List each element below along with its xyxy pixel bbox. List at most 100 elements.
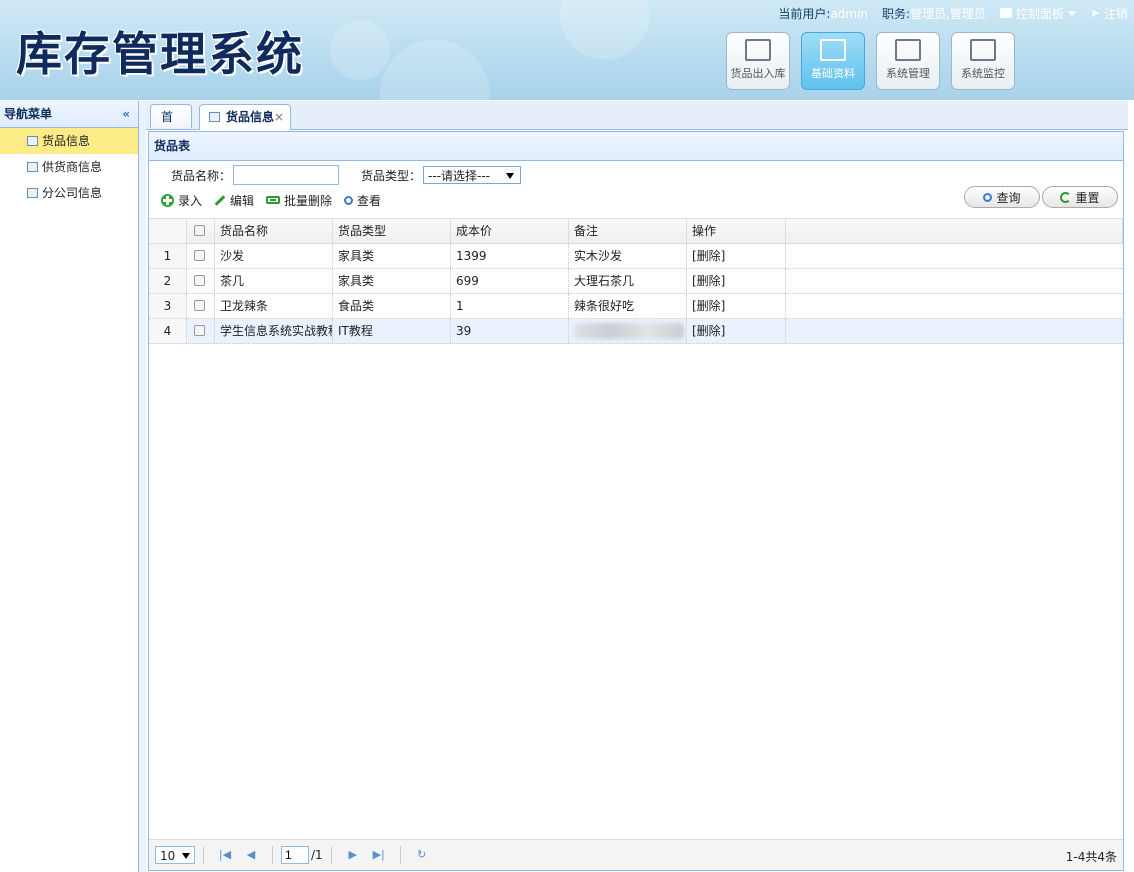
- add-icon: [161, 193, 174, 207]
- cell-name: 卫龙辣条: [215, 294, 333, 318]
- search-icon: [983, 192, 993, 202]
- table-row[interactable]: 2 茶几 家具类 699 大理石茶几 [删除]: [149, 269, 1123, 294]
- cell-name: 学生信息系统实战教程: [215, 319, 333, 343]
- tab-home[interactable]: 首页: [150, 104, 192, 148]
- total-pages: /1: [311, 848, 323, 862]
- prev-page-icon[interactable]: ◀: [243, 847, 259, 863]
- delete-link[interactable]: [删除]: [687, 244, 786, 268]
- nav-stock-io-button[interactable]: 货品出入库: [726, 32, 790, 90]
- table-row[interactable]: 4 学生信息系统实战教程 IT教程 39 [删除]: [149, 319, 1123, 344]
- select-all-cell[interactable]: [187, 219, 215, 243]
- logout-link[interactable]: ➤ 注销: [1090, 5, 1128, 22]
- reset-button[interactable]: 重置: [1042, 186, 1118, 208]
- row-number: 2: [149, 269, 187, 293]
- control-panel-menu[interactable]: 控制面板: [999, 5, 1076, 22]
- top-nav: 货品出入库 基础资料 系统管理 系统监控: [726, 32, 1015, 90]
- tab-goods-info[interactable]: 货品信息 ×: [199, 104, 291, 130]
- cell-type: 家具类: [333, 244, 451, 268]
- send-icon: ➤: [1089, 6, 1100, 20]
- refresh-icon: [1060, 191, 1072, 203]
- page-icon: [27, 162, 38, 172]
- redacted-blur: [574, 323, 684, 339]
- user-name: admin: [830, 6, 869, 21]
- row-select-cell[interactable]: [187, 294, 215, 318]
- delete-link[interactable]: [删除]: [687, 294, 786, 318]
- page-size-value: 10: [160, 849, 176, 863]
- column-header[interactable]: 成本价: [451, 219, 569, 243]
- table-header: 货品名称 货品类型 成本价 备注 操作: [149, 218, 1123, 244]
- control-panel-label: 控制面板: [1015, 6, 1064, 21]
- cell-name: 沙发: [215, 244, 333, 268]
- settings-sliders-icon: [895, 39, 921, 61]
- page-number-input[interactable]: [281, 846, 309, 864]
- add-button[interactable]: 录入: [161, 192, 202, 209]
- page-size-select[interactable]: 10: [155, 846, 195, 864]
- batch-delete-label: 批量删除: [284, 193, 333, 208]
- nav-system-monitor-button[interactable]: 系统监控: [951, 32, 1015, 90]
- sidebar-item-suppliers[interactable]: 供货商信息: [0, 154, 138, 180]
- cell-cost: 39: [451, 319, 569, 343]
- row-select-cell[interactable]: [187, 269, 215, 293]
- column-header[interactable]: 备注: [569, 219, 687, 243]
- row-checkbox[interactable]: [194, 275, 205, 286]
- row-number: 3: [149, 294, 187, 318]
- table-row[interactable]: 1 沙发 家具类 1399 实木沙发 [删除]: [149, 244, 1123, 269]
- delete-link[interactable]: [删除]: [687, 269, 786, 293]
- nav-basic-data-button[interactable]: 基础资料: [801, 32, 865, 90]
- sidebar-item-branches[interactable]: 分公司信息: [0, 180, 138, 206]
- select-all-checkbox[interactable]: [194, 225, 205, 236]
- query-label: 查询: [996, 190, 1021, 205]
- sidebar-item-goods[interactable]: 货品信息: [0, 128, 138, 154]
- goods-name-label: 货品名称：: [171, 168, 232, 183]
- row-checkbox[interactable]: [194, 300, 205, 311]
- column-header[interactable]: 货品类型: [333, 219, 451, 243]
- next-page-icon[interactable]: ▶: [345, 847, 361, 863]
- nav-system-manage-button[interactable]: 系统管理: [876, 32, 940, 90]
- nav-button-label: 系统管理: [886, 67, 930, 80]
- edit-button[interactable]: 编辑: [214, 192, 254, 209]
- goods-type-select[interactable]: ---请选择---: [423, 166, 522, 184]
- column-header[interactable]: 操作: [687, 219, 786, 243]
- app-logo: 库存管理系统: [16, 27, 304, 81]
- view-button[interactable]: 查看: [344, 192, 381, 209]
- batch-delete-button[interactable]: 批量删除: [266, 192, 332, 209]
- monitor-chart-icon: [970, 39, 996, 61]
- search-icon: [344, 195, 354, 205]
- edit-icon: [820, 39, 846, 61]
- tab-label: 货品信息: [226, 110, 275, 124]
- cell-name: 茶几: [215, 269, 333, 293]
- user-label: 当前用户:: [778, 6, 831, 21]
- row-checkbox[interactable]: [194, 250, 205, 261]
- cell-type: 家具类: [333, 269, 451, 293]
- row-select-cell[interactable]: [187, 319, 215, 343]
- row-number: 1: [149, 244, 187, 268]
- edit-label: 编辑: [230, 193, 255, 208]
- nav-button-label: 系统监控: [961, 67, 1005, 80]
- table-row[interactable]: 3 卫龙辣条 食品类 1 辣条很好吃 [删除]: [149, 294, 1123, 319]
- search-actions: 查询 重置: [964, 186, 1118, 208]
- last-page-icon[interactable]: ▶|: [371, 847, 387, 863]
- row-checkbox[interactable]: [194, 325, 205, 336]
- dropdown-arrow-icon: [506, 173, 515, 179]
- separator: [330, 846, 332, 864]
- first-page-icon[interactable]: |◀: [217, 847, 233, 863]
- cell-note-redacted: [569, 319, 687, 343]
- query-button[interactable]: 查询: [964, 186, 1040, 208]
- refresh-icon[interactable]: ↻: [414, 847, 430, 863]
- folder-icon: [999, 8, 1012, 18]
- user-bar: 当前用户:admin 职务:管理员,管理员 控制面板 ➤ 注销: [778, 4, 1128, 22]
- panel-splitter[interactable]: [139, 101, 146, 872]
- collapse-icon[interactable]: «: [122, 101, 130, 127]
- row-select-cell[interactable]: [187, 244, 215, 268]
- cell-cost: 1: [451, 294, 569, 318]
- goods-type-label: 货品类型：: [361, 168, 422, 183]
- dropdown-arrow-icon: [182, 853, 190, 859]
- separator: [399, 846, 401, 864]
- role-label: 职务:: [882, 6, 911, 21]
- goods-name-input[interactable]: [233, 165, 340, 185]
- close-icon[interactable]: ×: [274, 105, 284, 129]
- logout-label: 注销: [1103, 6, 1128, 21]
- delete-link[interactable]: [删除]: [687, 319, 786, 343]
- column-header[interactable]: 货品名称: [215, 219, 333, 243]
- page-icon: [27, 188, 38, 198]
